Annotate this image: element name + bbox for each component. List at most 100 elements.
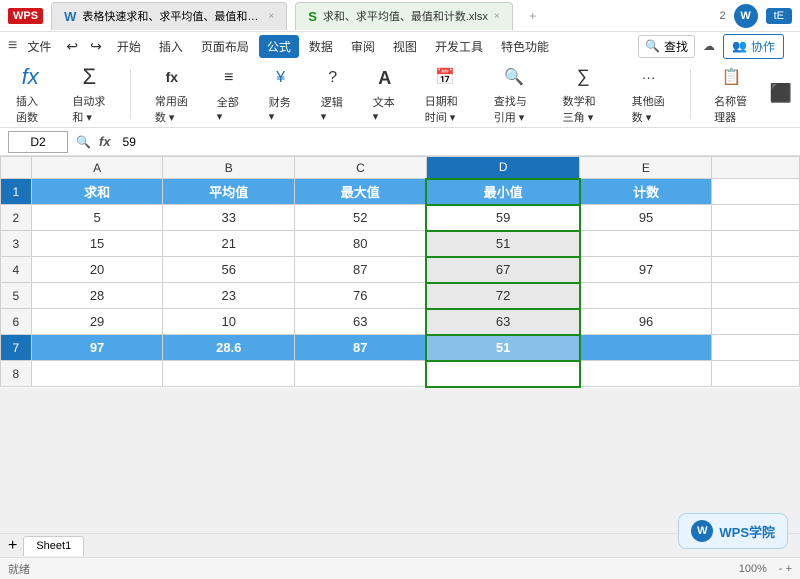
search-box[interactable]: 🔍 查找 (638, 35, 695, 58)
ribbon-auto-sum[interactable]: Σ 自动求和 ▾ (64, 60, 114, 128)
cell-b6[interactable]: 10 (163, 309, 295, 335)
menu-data[interactable]: 数据 (301, 35, 341, 58)
cell-a7[interactable]: 97 (31, 335, 163, 361)
ribbon-math[interactable]: ∑ 数学和三角 ▾ (555, 60, 612, 128)
menu-redo[interactable]: ↪ (85, 35, 107, 58)
cell-c2[interactable]: 52 (295, 205, 427, 231)
cell-d6[interactable]: 63 (426, 309, 580, 335)
menu-special[interactable]: 特色功能 (493, 35, 557, 58)
menu-insert[interactable]: 插入 (151, 35, 191, 58)
row-header-3[interactable]: 3 (1, 231, 32, 257)
row-header-7[interactable]: 7 (1, 335, 32, 361)
cell-d4[interactable]: 67 (426, 257, 580, 283)
row-header-4[interactable]: 4 (1, 257, 32, 283)
sheet-tab-1[interactable]: Sheet1 (23, 536, 84, 556)
add-sheet-button[interactable]: + (4, 537, 21, 555)
new-tab-button[interactable]: + (521, 4, 545, 28)
menu-review[interactable]: 审阅 (343, 35, 383, 58)
cell-e3[interactable] (580, 231, 712, 257)
cell-b7[interactable]: 28.6 (163, 335, 295, 361)
ribbon-more-fn[interactable]: ··· 其他函数 ▾ (624, 60, 674, 128)
cell-b5[interactable]: 23 (163, 283, 295, 309)
cell-a1[interactable]: 求和 (31, 179, 163, 205)
cell-a5[interactable]: 28 (31, 283, 163, 309)
col-header-d[interactable]: D (426, 157, 580, 179)
ribbon-text[interactable]: A 文本 ▾ (365, 60, 405, 127)
cell-a4[interactable]: 20 (31, 257, 163, 283)
cell-a6[interactable]: 29 (31, 309, 163, 335)
ribbon-finance[interactable]: ¥ 财务 ▾ (261, 60, 301, 127)
wps-academy-badge[interactable]: W WPS学院 (678, 513, 788, 549)
ribbon-name-mgr[interactable]: 📋 名称管理器 (706, 60, 757, 128)
cell-c5[interactable]: 76 (295, 283, 427, 309)
cell-c6[interactable]: 63 (295, 309, 427, 335)
cell-b2[interactable]: 33 (163, 205, 295, 231)
cell-e7[interactable] (580, 335, 712, 361)
cell-reference-input[interactable] (8, 131, 68, 153)
cell-c7[interactable]: 87 (295, 335, 427, 361)
col-header-empty[interactable] (712, 157, 800, 179)
hamburger-icon[interactable]: ≡ (8, 37, 17, 55)
ribbon-common-fn[interactable]: fx 常用函数 ▾ (147, 60, 197, 128)
cell-f6[interactable] (712, 309, 800, 335)
cell-e1[interactable]: 计数 (580, 179, 712, 205)
row-header-6[interactable]: 6 (1, 309, 32, 335)
cell-f3[interactable] (712, 231, 800, 257)
cell-b8[interactable] (163, 361, 295, 387)
tab-word[interactable]: W 表格快速求和、求平均值、最值和计数 … × (51, 2, 287, 30)
zoom-controls[interactable]: - + (779, 563, 792, 575)
menu-view[interactable]: 视图 (385, 35, 425, 58)
cell-c8[interactable] (295, 361, 427, 387)
ribbon-lookup[interactable]: 🔍 查找与引用 ▾ (486, 60, 543, 128)
cell-a2[interactable]: 5 (31, 205, 163, 231)
col-header-a[interactable]: A (31, 157, 163, 179)
cell-e5[interactable] (580, 283, 712, 309)
cell-f5[interactable] (712, 283, 800, 309)
cell-b4[interactable]: 56 (163, 257, 295, 283)
tab1-close[interactable]: × (268, 11, 274, 22)
cell-c3[interactable]: 80 (295, 231, 427, 257)
row-header-1[interactable]: 1 (1, 179, 32, 205)
tab-excel[interactable]: S 求和、求平均值、最值和计数.xlsx × (295, 2, 513, 30)
cell-d5[interactable]: 72 (426, 283, 580, 309)
menu-developer[interactable]: 开发工具 (427, 35, 491, 58)
cell-b1[interactable]: 平均值 (163, 179, 295, 205)
col-header-e[interactable]: E (580, 157, 712, 179)
cell-f2[interactable] (712, 205, 800, 231)
ribbon-insert-fn[interactable]: fx 插入函数 (8, 60, 52, 128)
cell-e8[interactable] (580, 361, 712, 387)
row-header-5[interactable]: 5 (1, 283, 32, 309)
menu-formula[interactable]: 公式 (259, 35, 299, 58)
cell-f4[interactable] (712, 257, 800, 283)
ribbon-expand-icon[interactable]: ⬛ (770, 83, 792, 104)
cell-b3[interactable]: 21 (163, 231, 295, 257)
formula-input[interactable] (119, 131, 792, 153)
cell-f1[interactable] (712, 179, 800, 205)
menu-start[interactable]: 开始 (109, 35, 149, 58)
cell-d1[interactable]: 最小值 (426, 179, 580, 205)
cell-d7[interactable]: 51 (426, 335, 580, 361)
menu-undo[interactable]: ↩ (61, 35, 83, 58)
tab2-close[interactable]: × (494, 11, 500, 22)
col-header-b[interactable]: B (163, 157, 295, 179)
row-header-8[interactable]: 8 (1, 361, 32, 387)
cell-c1[interactable]: 最大值 (295, 179, 427, 205)
cell-e4[interactable]: 97 (580, 257, 712, 283)
cell-f7[interactable] (712, 335, 800, 361)
menu-layout[interactable]: 页面布局 (193, 35, 257, 58)
cell-d3[interactable]: 51 (426, 231, 580, 257)
cell-f8[interactable] (712, 361, 800, 387)
cell-d8[interactable] (426, 361, 580, 387)
cell-c4[interactable]: 87 (295, 257, 427, 283)
collab-button[interactable]: 👥 协作 (723, 34, 784, 59)
cell-e2[interactable]: 95 (580, 205, 712, 231)
col-header-c[interactable]: C (295, 157, 427, 179)
cell-a8[interactable] (31, 361, 163, 387)
ribbon-logic[interactable]: ? 逻辑 ▾ (313, 60, 353, 127)
menu-file[interactable]: 文件 (19, 35, 59, 58)
cell-d2[interactable]: 59 (426, 205, 580, 231)
row-header-2[interactable]: 2 (1, 205, 32, 231)
cell-a3[interactable]: 15 (31, 231, 163, 257)
ribbon-datetime[interactable]: 📅 日期和时间 ▾ (417, 60, 474, 128)
cell-e6[interactable]: 96 (580, 309, 712, 335)
